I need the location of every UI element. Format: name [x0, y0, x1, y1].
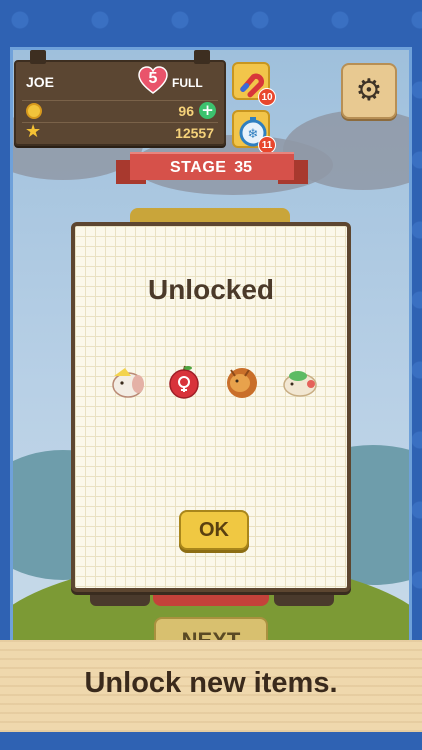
player-info-board: JOE 5 FULL 96 + ★ 12557: [14, 50, 226, 146]
dialog-title: Unlocked: [147, 274, 275, 305]
apple-item-icon: [169, 365, 199, 399]
stage-number: 35: [234, 159, 252, 176]
magnet-powerup-button[interactable]: 10: [232, 62, 276, 106]
board-peg: [30, 50, 46, 64]
lion-item-icon: [227, 368, 257, 398]
star-count: 12557: [175, 125, 214, 141]
add-coins-button[interactable]: +: [199, 102, 216, 119]
stage-banner: STAGE 35: [116, 152, 308, 184]
bottom-strip: [0, 732, 422, 750]
settings-button[interactable]: ⚙: [341, 63, 397, 119]
hamster-item-icon: [112, 368, 144, 398]
gear-icon: ⚙: [355, 73, 383, 108]
coin-icon: [26, 103, 42, 119]
stage-label: STAGE: [170, 159, 227, 176]
turtle-item-icon: [283, 371, 317, 397]
unlocked-dialog: Unlocked OK: [71, 222, 351, 592]
unlocked-items: [109, 362, 321, 406]
board-peg: [194, 50, 210, 64]
lives-status: FULL: [172, 76, 203, 90]
coins-row: 96 +: [22, 100, 218, 120]
heart-icon: 5: [138, 66, 168, 96]
powerup-count-badge: 10: [258, 88, 276, 106]
stopwatch-powerup-button[interactable]: ❄ 11: [232, 110, 276, 154]
lives-count: 5: [148, 70, 158, 87]
stars-row: ★ 12557: [22, 122, 218, 142]
star-icon: ★: [25, 121, 42, 142]
svg-text:❄: ❄: [248, 127, 259, 142]
ok-button[interactable]: OK: [179, 510, 249, 550]
player-name: JOE: [26, 74, 55, 90]
caption-text: Unlock new items.: [84, 667, 338, 699]
ribbon-body: STAGE 35: [130, 152, 294, 180]
caption-bar: Unlock new items.: [0, 640, 422, 732]
coin-count: 96: [178, 103, 194, 119]
